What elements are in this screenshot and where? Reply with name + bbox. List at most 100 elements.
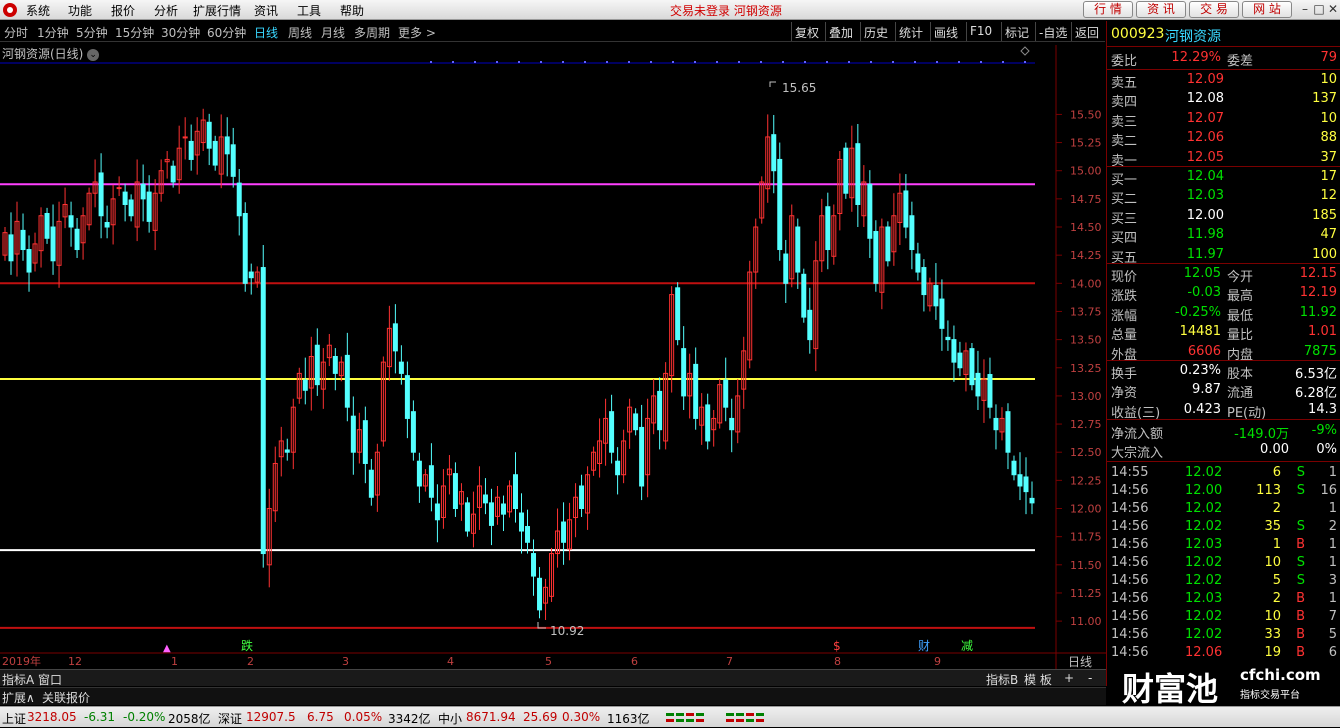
stat-row: 涨幅 -0.25% 最低 11.92 (1111, 304, 1337, 324)
zx-amount: 1163亿 (607, 712, 650, 726)
tick-row: 14:56 12.02 33 B 5 (1111, 627, 1337, 642)
kline-chart[interactable]: 15.50 15.25 15.00 14.75 14.50 14.25 14.00 13.75… (0, 42, 1106, 669)
candle-body (140, 183, 146, 200)
svg-text:▲: ▲ (163, 643, 171, 654)
period-weekly[interactable]: 周线 (288, 24, 312, 41)
menu-function[interactable]: 功能 (68, 2, 92, 19)
quote-button[interactable]: 行 情 (1083, 1, 1133, 18)
maximize-icon[interactable]: □ (1312, 2, 1326, 16)
tool-stats[interactable]: 统计 (895, 22, 926, 41)
candle-body (410, 411, 416, 453)
tab-related-quote[interactable]: 关联报价 (42, 689, 90, 706)
candle-body (615, 460, 621, 476)
news-button[interactable]: 资 讯 (1136, 1, 1186, 18)
tool-favorite[interactable]: -自选 (1035, 22, 1070, 41)
month-8: 8 (834, 655, 841, 668)
candle-body (182, 136, 188, 139)
y-tick-label: 12.75 (1070, 418, 1102, 431)
tool-draw[interactable]: 画线 (930, 22, 961, 41)
month-2: 2 (247, 655, 254, 668)
candle-body (224, 136, 230, 155)
month-12: 12 (68, 655, 82, 668)
tab-indicator-b[interactable]: 指标B (986, 671, 1018, 688)
period-30min[interactable]: 30分钟 (161, 24, 200, 41)
zoom-in-button[interactable]: + (1064, 671, 1074, 685)
candle-body (344, 354, 350, 408)
menu-help[interactable]: 帮助 (340, 2, 364, 19)
top-dot (870, 61, 872, 63)
tab-extend[interactable]: 扩展∧ (2, 689, 35, 706)
top-dot (892, 61, 894, 63)
candle-body (873, 231, 879, 284)
candle-body (525, 526, 531, 543)
period-monthly[interactable]: 月线 (321, 24, 345, 41)
zx-label[interactable]: 中小 (438, 710, 462, 727)
tool-history[interactable]: 历史 (860, 22, 891, 41)
top-dot (562, 61, 564, 63)
menu-news[interactable]: 资讯 (254, 2, 278, 19)
candle-body (909, 215, 915, 251)
period-fenshi[interactable]: 分时 (4, 24, 28, 41)
bid-row: 买五 11.97 100 (1111, 246, 1337, 266)
minimize-icon[interactable]: – (1298, 2, 1312, 16)
tool-f10[interactable]: F10 (966, 22, 995, 41)
menu-extended[interactable]: 扩展行情 (193, 2, 241, 19)
chart-title-text: 河钢资源(日线) (2, 47, 84, 61)
sh-amount: 2058亿 (168, 712, 211, 726)
candle-body (116, 187, 122, 190)
sh-label[interactable]: 上证 (2, 710, 26, 727)
tool-back[interactable]: 返回 (1071, 22, 1102, 41)
tab-template[interactable]: 模 板 (1024, 671, 1052, 688)
period-multi[interactable]: 多周期 (354, 24, 390, 41)
tab-indicator-a[interactable]: 指标A (2, 671, 34, 688)
quote-panel: 000923 河钢资源 委比 12.29% 委差 79 卖五 12.09 10 卖四 1… (1106, 21, 1340, 686)
stat2-row: 收益(三) 0.423 PE(动) 14.3 (1111, 401, 1337, 421)
candle-body (464, 502, 470, 532)
tab-window[interactable]: 窗口 (38, 671, 62, 688)
trade-button[interactable]: 交 易 (1189, 1, 1239, 18)
tool-overlay[interactable]: 叠加 (825, 22, 856, 41)
period-1min[interactable]: 1分钟 (37, 24, 69, 41)
tool-fuquan[interactable]: 复权 (791, 22, 822, 41)
candle-body (867, 183, 873, 239)
candle-body (236, 182, 242, 217)
candle-body (639, 426, 645, 487)
candle-body (681, 348, 687, 397)
watermark-main: 财富池 (1122, 670, 1219, 708)
menu-quote[interactable]: 报价 (111, 2, 135, 19)
period-more[interactable]: 更多 > (398, 24, 436, 41)
candle-body (404, 375, 410, 419)
candle-body (675, 287, 681, 341)
y-tick-label: 11.00 (1070, 615, 1102, 628)
tool-mark[interactable]: 标记 (1001, 22, 1032, 41)
sh-change: -6.31 (84, 710, 116, 724)
period-60min[interactable]: 60分钟 (207, 24, 246, 41)
menu-analysis[interactable]: 分析 (154, 2, 178, 19)
candle-body (416, 460, 422, 487)
candle-body (957, 352, 963, 369)
candle-body (206, 121, 212, 149)
month-7: 7 (726, 655, 733, 668)
candle-body (128, 199, 134, 217)
candle-body (939, 298, 945, 329)
top-dot (1024, 61, 1026, 63)
period-5min[interactable]: 5分钟 (76, 24, 108, 41)
menu-tools[interactable]: 工具 (297, 2, 321, 19)
period-daily[interactable]: 日线 (254, 24, 278, 41)
website-button[interactable]: 网 站 (1242, 1, 1292, 18)
zoom-out-button[interactable]: - (1088, 671, 1092, 685)
sz-label[interactable]: 深证 (218, 710, 242, 727)
sz-pct: 0.05% (344, 710, 383, 724)
period-toolbar: 分时 1分钟 5分钟 15分钟 30分钟 60分钟 日线 周线 月线 多周期 更… (0, 21, 1105, 42)
tick-row: 14:56 12.03 2 B 1 (1111, 591, 1337, 606)
candle-body (975, 372, 981, 397)
close-icon[interactable]: ✕ (1326, 2, 1340, 16)
top-dot (452, 61, 454, 63)
menu-system[interactable]: 系统 (26, 2, 50, 19)
period-15min[interactable]: 15分钟 (115, 24, 154, 41)
indicator-tabbar: 指标A 窗口 指标B 模 板 + - (0, 669, 1106, 688)
chart-menu-icon[interactable]: ⌄ (87, 48, 100, 61)
candle-body (284, 449, 290, 453)
candle-body (512, 474, 518, 510)
stat-row: 总量 14481 量比 1.01 (1111, 324, 1337, 344)
